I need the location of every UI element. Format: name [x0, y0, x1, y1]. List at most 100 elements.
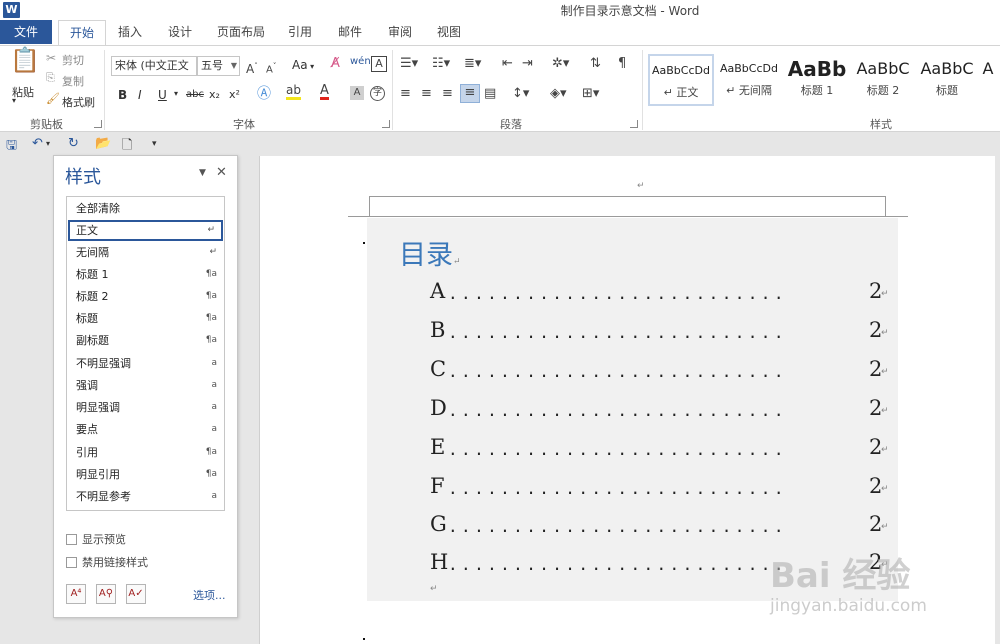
style-title[interactable]: AaBbC 标题 — [914, 54, 980, 106]
increase-indent-icon[interactable]: ⇥ — [522, 56, 533, 72]
style-list-item[interactable]: 不明显参考 a — [68, 486, 223, 507]
character-shading-icon[interactable]: A — [350, 86, 364, 100]
toc-entry[interactable]: F.......................... 2 ↵ — [430, 474, 889, 502]
save-icon[interactable]: 🖫 — [6, 136, 17, 158]
numbering-icon[interactable]: ☷▾ — [432, 56, 450, 72]
new-style-button[interactable]: A⁴ — [66, 584, 86, 604]
style-list-item[interactable]: 要点 a — [68, 419, 223, 440]
toc-entry[interactable]: G.......................... 2 ↵ — [430, 512, 889, 540]
font-size-combo[interactable]: 五号 ▼ — [197, 56, 240, 76]
pane-options-icon[interactable]: ▼ — [199, 168, 206, 178]
options-link[interactable]: 选项... — [193, 587, 226, 603]
style-list-item[interactable]: 强调 a — [68, 375, 223, 396]
grow-font-icon[interactable]: A˄ — [246, 58, 258, 77]
subscript-button[interactable]: x₂ — [209, 88, 220, 101]
underline-dropdown-icon[interactable]: ▾ — [174, 89, 178, 98]
open-folder-icon[interactable]: 📂 — [95, 136, 111, 151]
font-color-icon[interactable]: A — [320, 84, 329, 100]
align-right-icon[interactable]: ≡ — [442, 86, 453, 102]
justify-icon[interactable]: ≡ — [460, 84, 480, 103]
decrease-indent-icon[interactable]: ⇤ — [502, 56, 513, 72]
toc-entry[interactable]: B.......................... 2 ↵ — [430, 318, 889, 346]
enclose-characters-icon[interactable]: 字 — [370, 86, 385, 101]
tab-home[interactable]: 开始 — [58, 20, 106, 46]
style-heading-1[interactable]: AaBb 标题 1 — [784, 54, 850, 106]
align-left-icon[interactable]: ≡ — [400, 86, 411, 102]
undo-dropdown-icon[interactable]: ▾ — [46, 139, 50, 148]
text-effects-icon[interactable]: Ⓐ — [257, 86, 271, 102]
clear-formatting-icon[interactable]: A̸ — [331, 56, 340, 72]
style-list-item[interactable]: 全部清除 — [68, 198, 223, 219]
distributed-icon[interactable]: ▤ — [484, 86, 496, 102]
cut-button[interactable]: 剪切 — [62, 52, 84, 68]
bullets-icon[interactable]: ☰▾ — [400, 56, 418, 72]
style-subtitle[interactable]: A — [978, 54, 998, 106]
disable-linked-styles-checkbox[interactable]: 禁用链接样式 — [66, 554, 148, 570]
underline-button[interactable]: U — [158, 88, 167, 102]
italic-button[interactable]: I — [138, 88, 142, 102]
tab-insert[interactable]: 插入 — [112, 20, 148, 45]
close-icon[interactable]: ✕ — [216, 165, 227, 180]
borders-icon[interactable]: ⊞▾ — [582, 86, 599, 102]
superscript-button[interactable]: x² — [229, 88, 240, 101]
style-list-item[interactable]: 标题 ¶a — [68, 308, 223, 329]
sort-icon[interactable]: ⇅ — [590, 56, 601, 72]
cut-icon[interactable]: ✂ — [46, 50, 56, 66]
format-painter-button[interactable]: 格式刷 — [62, 94, 95, 110]
copy-icon[interactable]: ⎘ — [46, 70, 55, 86]
strikethrough-button[interactable]: abc — [186, 89, 204, 100]
highlight-color-icon[interactable]: ab — [286, 84, 301, 100]
manage-styles-button[interactable]: A✓ — [126, 584, 146, 604]
phonetic-guide-icon[interactable]: wén — [350, 54, 371, 70]
align-center-icon[interactable]: ≡ — [421, 86, 432, 102]
line-spacing-icon[interactable]: ↕▾ — [512, 86, 529, 102]
style-list-item[interactable]: 标题 2 ¶a — [68, 286, 223, 307]
toc-entry[interactable]: E.......................... 2 ↵ — [430, 435, 889, 463]
tab-references[interactable]: 引用 — [282, 20, 318, 45]
multilevel-list-icon[interactable]: ≣▾ — [464, 56, 481, 72]
tab-review[interactable]: 审阅 — [382, 20, 418, 45]
tab-file[interactable]: 文件 — [0, 20, 52, 44]
style-list-item[interactable]: 无间隔 ↵ — [68, 242, 223, 263]
style-no-spacing[interactable]: AaBbCcDd ↵ 无间隔 — [716, 54, 782, 106]
customize-qat-icon[interactable]: ▾ — [152, 139, 157, 149]
toc-entry[interactable]: A.......................... 2 ↵ — [430, 279, 889, 307]
toc-title[interactable]: 目录↵ — [399, 233, 461, 272]
clipboard-launcher-icon[interactable] — [94, 120, 102, 128]
style-list-item[interactable]: 不明显强调 a — [68, 353, 223, 374]
toc-entry[interactable]: D.......................... 2 ↵ — [430, 396, 889, 424]
style-normal[interactable]: AaBbCcDd ↵ 正文 — [648, 54, 714, 106]
toc-leader: .......................... — [448, 362, 787, 381]
style-list-item[interactable]: 标题 1 ¶a — [68, 264, 223, 285]
character-border-icon[interactable]: A — [371, 56, 387, 72]
style-list-item[interactable]: 副标题 ¶a — [68, 330, 223, 351]
paragraph-launcher-icon[interactable] — [630, 120, 638, 128]
style-inspector-button[interactable]: A⚲ — [96, 584, 116, 604]
tab-mailings[interactable]: 邮件 — [332, 20, 368, 45]
style-list-item[interactable]: 明显强调 a — [68, 397, 223, 418]
header-region[interactable] — [369, 196, 886, 217]
chinese-layout-icon[interactable]: ✲▾ — [552, 56, 569, 72]
change-case-button[interactable]: Aa ▾ — [292, 58, 314, 72]
tab-page-layout[interactable]: 页面布局 — [212, 20, 270, 45]
style-list-item[interactable]: 正文 ↵ — [68, 220, 223, 241]
font-launcher-icon[interactable] — [382, 120, 390, 128]
redo-icon[interactable]: ↻ — [68, 136, 79, 151]
bold-button[interactable]: B — [118, 88, 127, 102]
shading-icon[interactable]: ◈▾ — [550, 86, 567, 102]
paste-dropdown-icon[interactable]: ▾ — [12, 96, 16, 105]
paste-icon[interactable]: 📋 — [10, 48, 40, 72]
undo-icon[interactable]: ↶ — [32, 136, 43, 151]
font-name-combo[interactable]: 宋体 (中文正文 — [111, 56, 197, 76]
style-list-item[interactable]: 明显引用 ¶a — [68, 464, 223, 485]
format-painter-icon[interactable]: 🖌 — [46, 91, 60, 107]
style-heading-2[interactable]: AaBbC 标题 2 — [850, 54, 916, 106]
toc-entry[interactable]: C.......................... 2 ↵ — [430, 357, 889, 385]
shrink-font-icon[interactable]: A˅ — [266, 58, 276, 78]
style-list-item[interactable]: 引用 ¶a — [68, 442, 223, 463]
tab-design[interactable]: 设计 — [162, 20, 198, 45]
copy-button[interactable]: 复制 — [62, 73, 84, 89]
show-hide-marks-icon[interactable]: ¶ — [618, 56, 626, 72]
tab-view[interactable]: 视图 — [431, 20, 467, 45]
show-preview-checkbox[interactable]: 显示预览 — [66, 531, 126, 547]
